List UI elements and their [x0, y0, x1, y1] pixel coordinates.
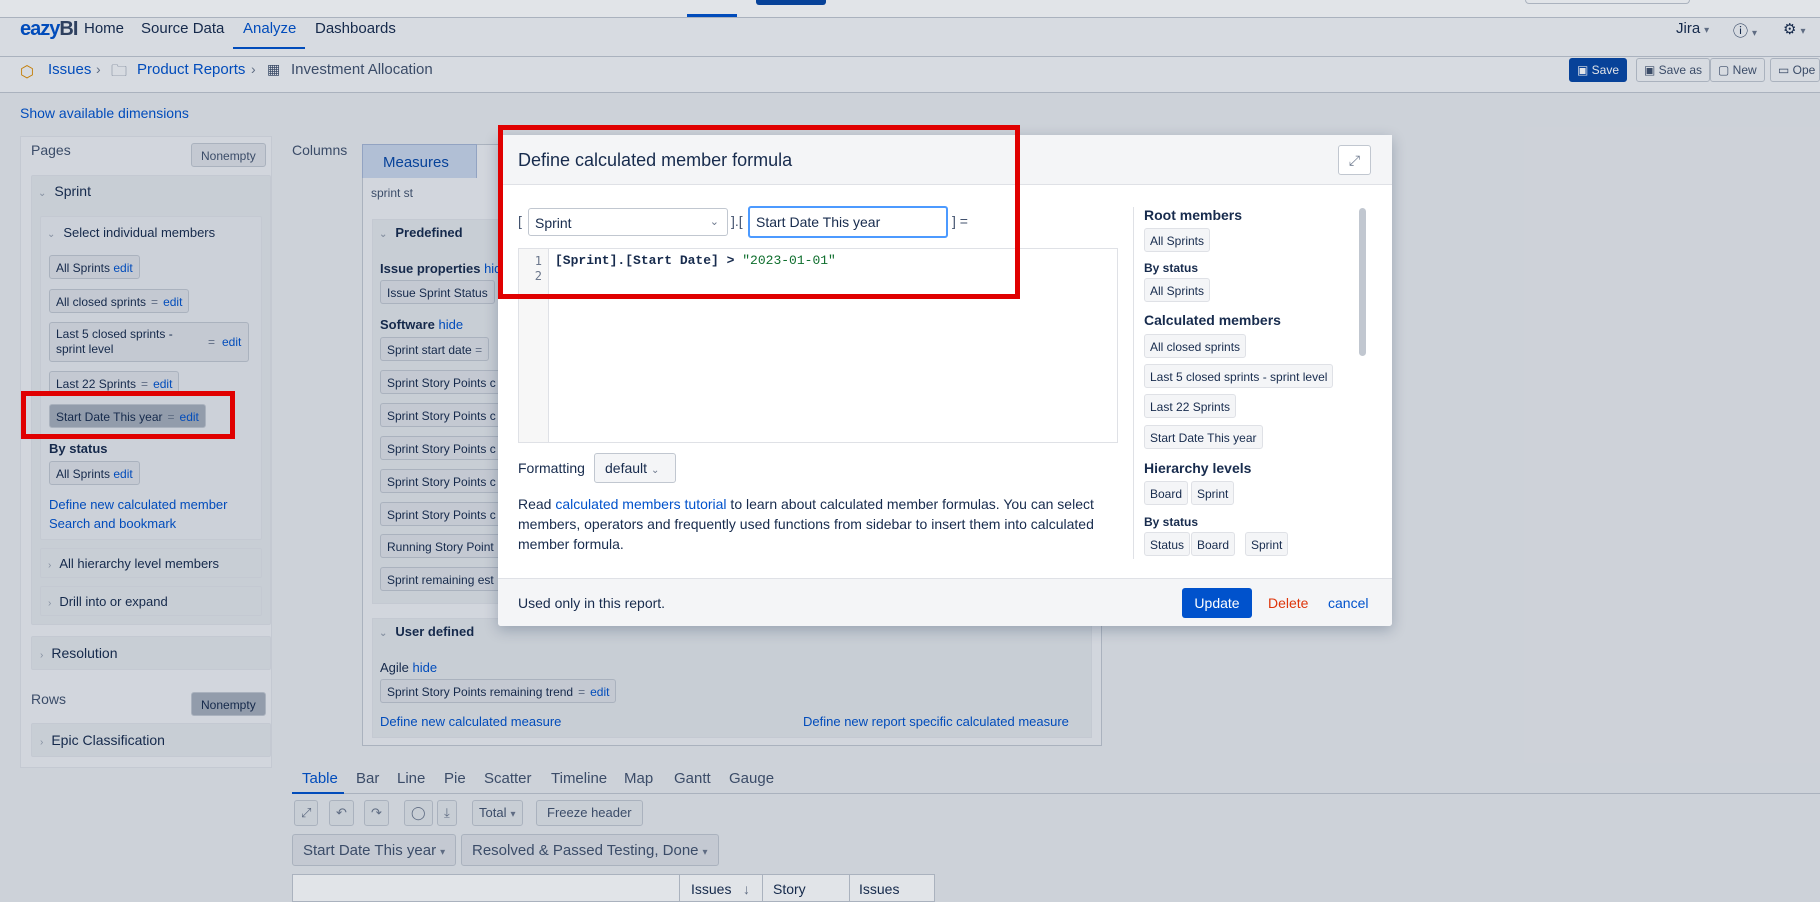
chevron-down-icon: ⌄ — [651, 465, 660, 476]
help-text: Read calculated members tutorial to lear… — [518, 494, 1108, 554]
chip-sprint-level[interactable]: Sprint — [1191, 481, 1235, 505]
chip-start-date-this-year[interactable]: Start Date This year — [1144, 425, 1263, 449]
used-only-in-report-note: Used only in this report. — [518, 595, 666, 611]
formula-sidebar: Root members All Sprints By status All S… — [1133, 207, 1370, 559]
chip-all-sprints[interactable]: All Sprints — [1144, 228, 1211, 252]
dialog-title: Define calculated member formula — [518, 150, 793, 170]
update-button[interactable]: Update — [1182, 588, 1252, 618]
chevron-down-icon: ⌄ — [709, 216, 719, 228]
bracket-mid: ].[ — [731, 213, 743, 229]
chip-status-level[interactable]: Status — [1144, 532, 1191, 556]
help-text-read: Read — [518, 496, 556, 512]
by-status-heading: By status — [1144, 261, 1199, 275]
cancel-button[interactable]: cancel — [1328, 595, 1368, 611]
bracket-close: ] = — [952, 213, 968, 229]
editor-gutter: 1 2 — [519, 249, 549, 442]
member-name-input[interactable] — [748, 206, 948, 238]
sidebar-scrollbar[interactable] — [1359, 208, 1366, 356]
chip-last-22-sprints[interactable]: Last 22 Sprints — [1144, 394, 1237, 418]
chip-all-sprints-by-status[interactable]: All Sprints — [1144, 278, 1211, 302]
formatting-dropdown[interactable]: default ⌄ — [594, 453, 676, 483]
formula-operator: > — [718, 253, 743, 268]
formatting-label: Formatting — [518, 460, 585, 476]
chip-board-level[interactable]: Board — [1144, 481, 1189, 505]
delete-button[interactable]: Delete — [1268, 595, 1308, 611]
line-number: 1 — [534, 254, 542, 268]
formula-string: "2023-01-01" — [742, 253, 836, 268]
expand-icon[interactable]: ⤢ — [1338, 145, 1371, 175]
dialog-footer: Used only in this report. Update Delete … — [498, 578, 1392, 626]
chip-sprint-level[interactable]: Sprint — [1245, 532, 1289, 556]
chip-all-closed-sprints[interactable]: All closed sprints — [1144, 334, 1247, 358]
line-number: 2 — [534, 269, 542, 283]
formula-member-ref: [Sprint].[Start Date] — [555, 253, 719, 268]
by-status-levels-heading: By status — [1144, 515, 1199, 529]
hierarchy-levels-heading: Hierarchy levels — [1144, 460, 1252, 476]
formula-editor[interactable]: 1 2 [Sprint].[Start Date] > "2023-01-01" — [518, 248, 1118, 443]
chip-last-5-closed-sprints[interactable]: Last 5 closed sprints - sprint level — [1144, 364, 1334, 388]
calculated-members-heading: Calculated members — [1144, 312, 1281, 328]
dimension-select[interactable]: Sprint ⌄ — [528, 208, 728, 236]
chip-board-level[interactable]: Board — [1191, 532, 1236, 556]
bracket-open: [ — [518, 213, 522, 229]
calculated-members-tutorial-link[interactable]: calculated members tutorial — [555, 496, 726, 512]
dimension-select-value: Sprint — [535, 215, 572, 231]
root-members-heading: Root members — [1144, 207, 1243, 223]
dialog-header: Define calculated member formula ⤢ — [498, 135, 1392, 185]
formula-code: [Sprint].[Start Date] > "2023-01-01" — [555, 253, 836, 268]
formatting-value: default — [605, 460, 648, 476]
